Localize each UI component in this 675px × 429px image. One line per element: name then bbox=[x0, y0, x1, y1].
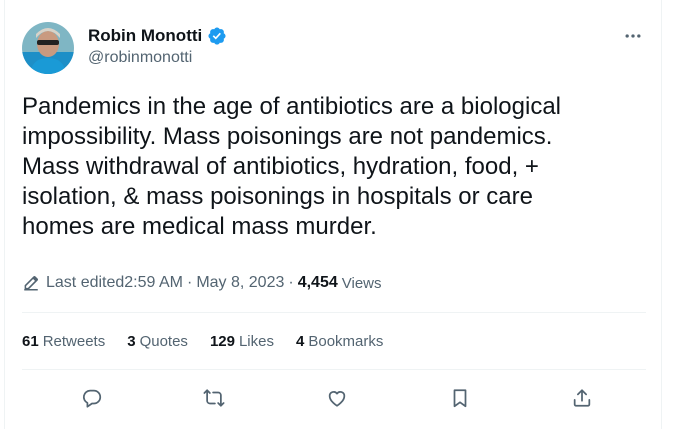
bookmarks-label: Bookmarks bbox=[308, 333, 384, 350]
reply-button[interactable] bbox=[78, 384, 106, 412]
quotes-count: 3 bbox=[127, 333, 136, 350]
tweet-card: Robin Monotti @robinmonotti Pandemics in… bbox=[4, 0, 662, 429]
avatar[interactable] bbox=[22, 22, 74, 74]
heart-icon bbox=[328, 391, 346, 407]
avatar-image bbox=[22, 22, 74, 74]
bookmark-button[interactable] bbox=[446, 384, 474, 412]
retweet-icon bbox=[203, 389, 225, 407]
more-options-button[interactable] bbox=[619, 24, 647, 48]
edited-label[interactable]: Last edited bbox=[46, 274, 124, 292]
retweets-count: 61 bbox=[22, 333, 39, 350]
quotes-label: Quotes bbox=[139, 333, 188, 350]
tweet-time[interactable]: 2:59 AM bbox=[124, 274, 183, 292]
retweets-stat[interactable]: 61 Retweets bbox=[22, 333, 105, 350]
likes-stat[interactable]: 129 Likes bbox=[210, 333, 274, 350]
share-button[interactable] bbox=[568, 384, 596, 412]
retweets-label: Retweets bbox=[42, 333, 106, 350]
likes-count: 129 bbox=[209, 333, 235, 350]
more-dots-icon bbox=[625, 34, 641, 38]
meta-separator: · bbox=[288, 274, 294, 291]
meta-separator: · bbox=[186, 274, 193, 291]
reply-icon bbox=[82, 389, 102, 408]
retweet-button[interactable] bbox=[200, 384, 228, 412]
bookmarks-count: 4 bbox=[296, 333, 305, 350]
bookmarks-stat[interactable]: 4 Bookmarks bbox=[296, 333, 383, 350]
tweet-stats: 61 Retweets 3 Quotes 129 Likes 4 Bookmar… bbox=[22, 333, 405, 350]
share-icon bbox=[573, 389, 591, 407]
likes-label: Likes bbox=[238, 333, 274, 350]
divider bbox=[22, 369, 646, 370]
bookmark-icon bbox=[453, 389, 467, 408]
author-handle[interactable]: @robinmonotti bbox=[88, 49, 192, 67]
pencil-icon bbox=[24, 276, 38, 291]
verified-badge-icon bbox=[207, 26, 227, 46]
like-button[interactable] bbox=[323, 384, 351, 412]
views-count: 4,454 bbox=[297, 274, 338, 291]
author-name[interactable]: Robin Monotti bbox=[88, 26, 202, 46]
views-label: Views bbox=[341, 274, 382, 292]
tweet-actions bbox=[22, 380, 646, 416]
tweet-date[interactable]: May 8, 2023 bbox=[196, 274, 284, 292]
quotes-stat[interactable]: 3 Quotes bbox=[127, 333, 188, 350]
author-name-row[interactable]: Robin Monotti bbox=[88, 26, 227, 46]
tweet-text: Pandemics in the age of antibiotics are … bbox=[22, 93, 561, 240]
divider bbox=[22, 312, 646, 313]
tweet-meta: Last edited 2:59 AM · May 8, 2023 · 4,454… bbox=[22, 274, 382, 292]
